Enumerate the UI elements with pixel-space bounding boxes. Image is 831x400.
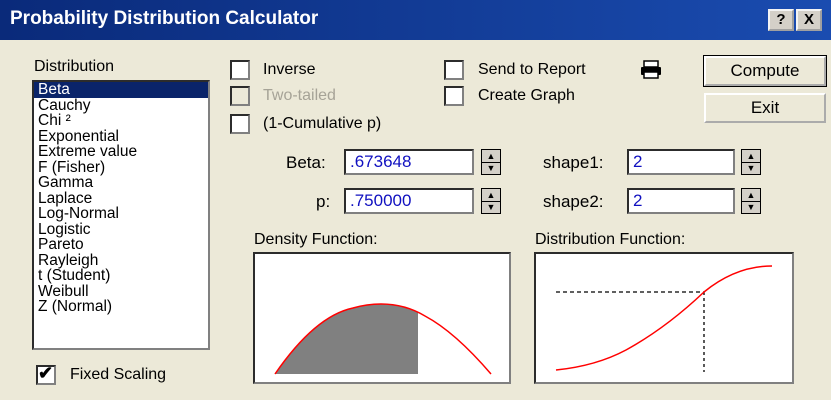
one-minus-cumulative-checkbox[interactable] xyxy=(230,114,250,134)
fixed-scaling-checkbox[interactable]: ✔ xyxy=(36,363,56,385)
beta-label: Beta: xyxy=(286,153,326,172)
list-item[interactable]: Chi ² xyxy=(34,113,208,129)
close-button[interactable]: X xyxy=(796,9,822,31)
send-to-report-checkbox[interactable] xyxy=(444,60,464,80)
list-item[interactable]: Laplace xyxy=(34,190,208,207)
create-graph-label: Create Graph xyxy=(478,87,575,104)
window-title: Probability Distribution Calculator xyxy=(10,8,319,29)
title-bar[interactable]: Probability Distribution Calculator ? X xyxy=(0,0,831,40)
spin-down-icon[interactable]: ▼ xyxy=(482,162,500,174)
beta-field[interactable]: .673648 xyxy=(344,149,474,175)
fixed-scaling-label: Fixed Scaling xyxy=(70,366,167,383)
distribution-listbox[interactable]: Beta Cauchy Chi ² Exponential Extreme va… xyxy=(32,80,210,350)
calculator-window: Probability Distribution Calculator ? X … xyxy=(0,0,831,400)
two-tailed-checkbox xyxy=(230,86,250,106)
list-item[interactable]: Weibull xyxy=(34,283,208,300)
shape2-field[interactable]: 2 xyxy=(627,188,735,214)
density-title: Density Function: xyxy=(254,231,378,248)
list-item[interactable]: Logistic xyxy=(34,221,208,238)
p-field[interactable]: .750000 xyxy=(344,188,474,214)
list-item[interactable]: Cauchy xyxy=(34,97,208,114)
printer-icon xyxy=(641,60,661,79)
shape1-spinner[interactable]: ▲ ▼ xyxy=(741,149,761,175)
density-plot xyxy=(274,303,492,375)
shape1-label: shape1: xyxy=(543,153,604,172)
compute-button[interactable]: Compute xyxy=(703,55,827,87)
list-item[interactable]: Exponential xyxy=(34,128,208,145)
create-graph-checkbox[interactable] xyxy=(444,86,464,106)
beta-spinner[interactable]: ▲ ▼ xyxy=(481,149,501,175)
help-button[interactable]: ? xyxy=(768,9,794,31)
checkmark-icon: ✔ xyxy=(38,363,54,383)
shape1-field[interactable]: 2 xyxy=(627,149,735,175)
shape2-label: shape2: xyxy=(543,192,604,211)
exit-button[interactable]: Exit xyxy=(704,93,826,123)
distribution-graph xyxy=(534,252,794,384)
list-item[interactable]: Beta xyxy=(34,82,208,98)
inverse-label: Inverse xyxy=(263,61,316,78)
list-item[interactable]: Pareto xyxy=(34,237,208,253)
list-item[interactable]: Log-Normal xyxy=(34,206,208,222)
spin-down-icon[interactable]: ▼ xyxy=(742,201,760,213)
list-item[interactable]: t (Student) xyxy=(34,268,208,284)
density-graph xyxy=(253,252,511,384)
distribution-curve xyxy=(555,265,773,371)
list-item[interactable]: Extreme value xyxy=(34,144,208,160)
two-tailed-label: Two-tailed xyxy=(263,87,336,104)
shape2-spinner[interactable]: ▲ ▼ xyxy=(741,188,761,214)
density-shaded-area xyxy=(275,304,418,374)
inverse-checkbox[interactable] xyxy=(230,60,250,80)
list-item[interactable]: Rayleigh xyxy=(34,252,208,269)
send-to-report-label: Send to Report xyxy=(478,61,586,78)
distribution-plot xyxy=(555,265,773,372)
one-minus-cumulative-label: (1-Cumulative p) xyxy=(263,115,382,132)
list-item[interactable]: Gamma xyxy=(34,175,208,191)
list-item[interactable]: F (Fisher) xyxy=(34,159,208,176)
distribution-title: Distribution Function: xyxy=(535,231,686,248)
p-spinner[interactable]: ▲ ▼ xyxy=(481,188,501,214)
spin-down-icon[interactable]: ▼ xyxy=(742,162,760,174)
list-item[interactable]: Z (Normal) xyxy=(34,299,208,315)
p-label: p: xyxy=(316,192,331,211)
distribution-label: Distribution xyxy=(34,58,115,75)
spin-down-icon[interactable]: ▼ xyxy=(482,201,500,213)
